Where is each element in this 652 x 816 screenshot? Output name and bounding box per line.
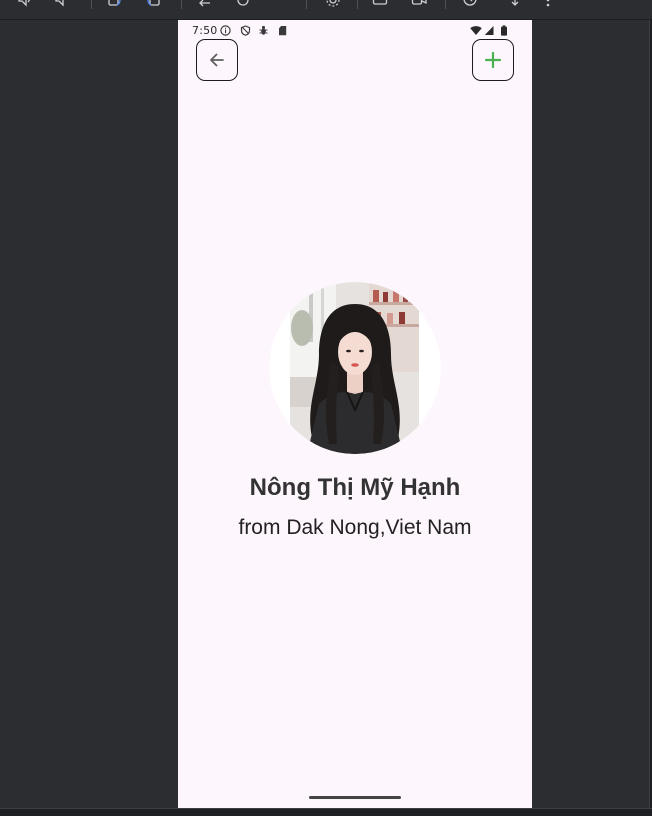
avatar	[269, 282, 441, 454]
wifi-icon	[470, 26, 482, 35]
emulator-toolbar	[0, 0, 652, 20]
back-button[interactable]	[196, 39, 238, 81]
debug-icon	[259, 25, 268, 35]
shield-off-icon	[240, 25, 251, 36]
toolbar-separator	[306, 0, 307, 9]
panel-border-bottom	[0, 808, 652, 816]
status-time: 7:50	[192, 24, 218, 37]
info-icon	[220, 25, 231, 36]
volume-down-icon[interactable]	[53, 0, 69, 7]
profile-photo	[269, 282, 441, 454]
add-icon	[484, 51, 502, 69]
profile-origin: from Dak Nong,Viet Nam	[238, 516, 472, 539]
rotate-left-icon[interactable]	[106, 0, 122, 7]
signal-icon	[484, 26, 494, 35]
gesture-navigation-handle[interactable]	[309, 796, 401, 799]
toolbar-separator	[181, 0, 182, 9]
extended-controls-icon[interactable]	[507, 0, 523, 7]
snapshots-icon[interactable]	[462, 0, 478, 7]
screenshot-icon[interactable]	[372, 0, 388, 7]
device-back-icon[interactable]	[197, 0, 213, 7]
more-icon[interactable]	[540, 0, 556, 7]
device-settings-icon[interactable]	[325, 0, 341, 7]
add-button[interactable]	[472, 39, 514, 81]
arrow-back-icon	[210, 53, 224, 67]
volume-up-icon[interactable]	[17, 0, 33, 7]
toolbar-separator	[91, 0, 92, 9]
screen-record-icon[interactable]	[411, 0, 427, 7]
sd-card-icon	[279, 26, 287, 36]
toolbar-separator	[357, 0, 358, 9]
device-home-icon[interactable]	[235, 0, 251, 7]
toolbar-separator	[445, 0, 446, 9]
device-screen: 7:50 Nông Thị Mỹ Hạnh from Dak Nong,Viet…	[178, 20, 532, 808]
profile-name: Nông Thị Mỹ Hạnh	[249, 474, 461, 501]
rotate-right-icon[interactable]	[146, 0, 162, 7]
battery-icon	[501, 25, 507, 36]
